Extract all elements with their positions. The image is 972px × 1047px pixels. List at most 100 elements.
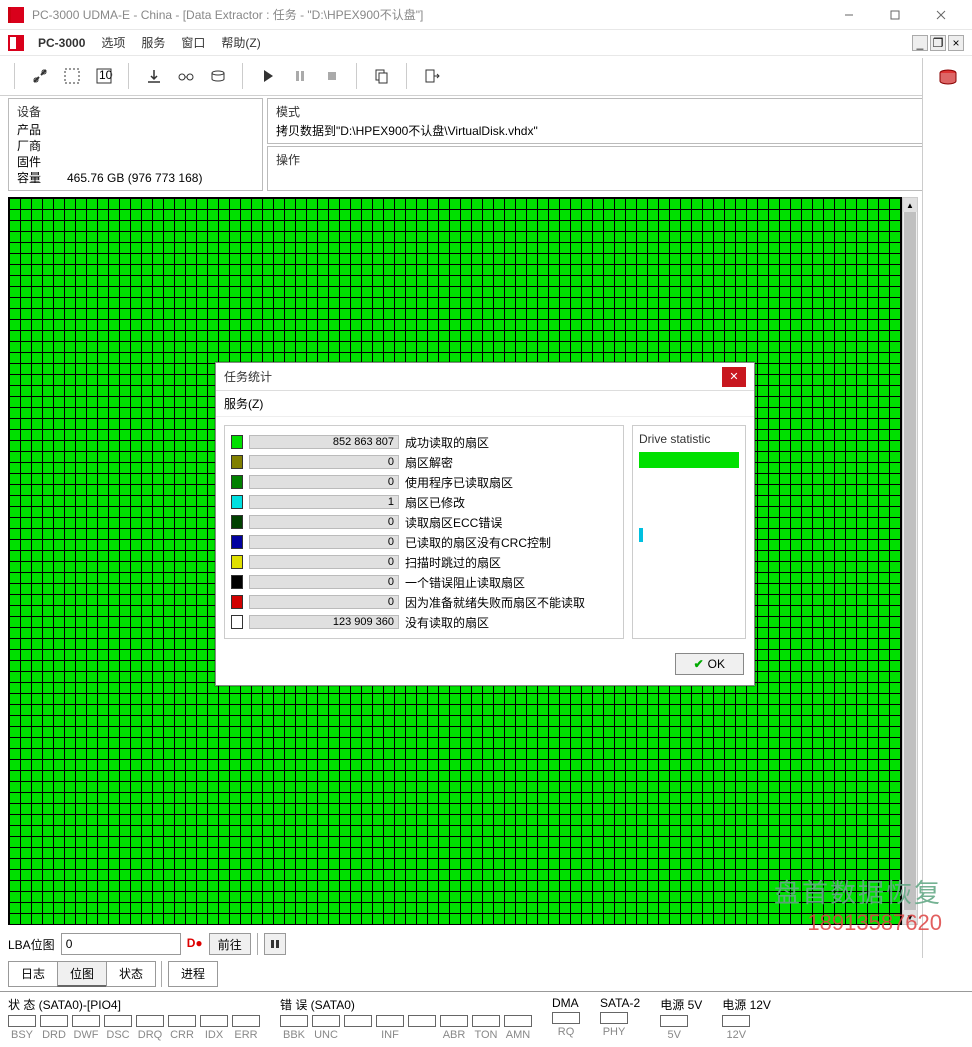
led-box: [280, 1015, 308, 1027]
stat-swatch: [231, 595, 243, 609]
toolbar-export-icon[interactable]: [140, 62, 168, 90]
status-led: AMN: [504, 1015, 532, 1041]
led-box: [440, 1015, 468, 1027]
menu-app-label[interactable]: PC-3000: [30, 34, 93, 52]
status-group: 电源 5V5V: [660, 996, 702, 1041]
stat-row: 0一个错误阻止读取扇区: [231, 572, 617, 592]
right-side-panel: [922, 58, 972, 958]
toolbar-copy-icon[interactable]: [368, 62, 396, 90]
close-button[interactable]: [918, 0, 964, 30]
menu-help[interactable]: 帮助(Z): [213, 32, 268, 53]
tab-bitmap[interactable]: 位图: [57, 961, 107, 987]
mdi-minimize-icon[interactable]: _: [912, 35, 928, 51]
toolbar-binoculars-icon[interactable]: [172, 62, 200, 90]
stat-value: 123 909 360: [249, 615, 399, 629]
stat-label: 使用程序已读取扇区: [405, 474, 513, 491]
check-icon: ✔: [694, 657, 704, 671]
stat-value: 1: [249, 495, 399, 509]
go-button[interactable]: 前往: [209, 933, 251, 955]
ok-button[interactable]: ✔OK: [675, 653, 744, 675]
toolbar-pause-icon[interactable]: [286, 62, 314, 90]
status-group-label: 电源 12V: [722, 996, 771, 1013]
stat-value: 0: [249, 575, 399, 589]
scroll-down-icon[interactable]: ▼: [903, 910, 917, 924]
stat-row: 1 扇区已修改: [231, 492, 617, 512]
led-box: [168, 1015, 196, 1027]
led-box: [200, 1015, 228, 1027]
tab-status[interactable]: 状态: [106, 961, 156, 987]
minimize-button[interactable]: [826, 0, 872, 30]
stat-value: 0: [249, 455, 399, 469]
lba-input[interactable]: [61, 933, 181, 955]
stat-label: 成功读取的扇区: [405, 434, 489, 451]
mdi-close-icon[interactable]: ×: [948, 35, 964, 51]
led-label: ABR: [443, 1029, 466, 1041]
disk-side-icon[interactable]: [937, 66, 959, 88]
stat-label: 没有读取的扇区: [405, 614, 489, 631]
status-led: 12V: [722, 1015, 750, 1041]
menu-window[interactable]: 窗口: [173, 32, 213, 53]
drive-stat-title: Drive statistic: [639, 432, 739, 446]
stat-value: 0: [249, 515, 399, 529]
scroll-thumb[interactable]: [904, 212, 916, 912]
stat-label: 读取扇区ECC错误: [405, 514, 502, 531]
menu-options[interactable]: 选项: [93, 32, 133, 53]
stat-value: 0: [249, 535, 399, 549]
menu-services[interactable]: 服务: [133, 32, 173, 53]
toolbar-exit-icon[interactable]: [418, 62, 446, 90]
led-box: [8, 1015, 36, 1027]
status-led: CRR: [168, 1015, 196, 1041]
led-box: [376, 1015, 404, 1027]
led-label: DWF: [73, 1029, 98, 1041]
pause-small-button[interactable]: [264, 933, 286, 955]
lba-label: LBA位图: [8, 936, 55, 953]
task-stats-dialog: 任务统计 ✕ 服务(Z) 852 863 807成功读取的扇区0扇区解密0使用程…: [215, 362, 755, 686]
maximize-button[interactable]: [872, 0, 918, 30]
dialog-close-button[interactable]: ✕: [722, 367, 746, 387]
toolbar-sectors-icon[interactable]: [58, 62, 86, 90]
toolbar: 100%: [0, 56, 972, 96]
mode-panel-header: 模式: [276, 103, 955, 120]
dialog-menu-service[interactable]: 服务(Z): [224, 397, 263, 411]
mode-panel-value: 拷贝数据到"D:\HPEX900不认盘\VirtualDisk.vhdx": [276, 122, 955, 139]
toolbar-stop-icon[interactable]: [318, 62, 346, 90]
status-led: [408, 1015, 436, 1041]
stat-swatch: [231, 515, 243, 529]
status-group-label: 错 误 (SATA0): [280, 996, 532, 1013]
stat-label: 扇区已修改: [405, 494, 465, 511]
tab-log[interactable]: 日志: [8, 961, 58, 987]
status-group: 电源 12V 12V: [722, 996, 771, 1041]
led-box: [232, 1015, 260, 1027]
tab-process[interactable]: 进程: [168, 961, 218, 987]
stat-row: 852 863 807成功读取的扇区: [231, 432, 617, 452]
toolbar-percent-icon[interactable]: 100%: [90, 62, 118, 90]
status-led: 5V: [660, 1015, 688, 1041]
status-group: SATA-2PHY: [600, 996, 640, 1041]
led-label: DRD: [42, 1029, 66, 1041]
toolbar-tools-icon[interactable]: [26, 62, 54, 90]
status-group: 错 误 (SATA0)BBKUNCINFABRTONAMN: [280, 996, 532, 1041]
scroll-up-icon[interactable]: ▲: [903, 198, 917, 212]
mdi-restore-icon[interactable]: ❐: [930, 35, 946, 51]
led-label: RQ: [558, 1026, 575, 1038]
toolbar-disk-icon[interactable]: [204, 62, 232, 90]
lba-marker-icon[interactable]: D●: [187, 936, 203, 952]
status-led: UNC: [312, 1015, 340, 1041]
led-label: 12V: [726, 1029, 746, 1041]
led-label: PHY: [603, 1026, 626, 1038]
stat-swatch: [231, 615, 243, 629]
map-scrollbar[interactable]: ▲ ▼: [902, 197, 918, 925]
stat-row: 0因为准备就绪失败而扇区不能读取: [231, 592, 617, 612]
led-label: BSY: [11, 1029, 33, 1041]
stat-value: 0: [249, 475, 399, 489]
window-titlebar: PC-3000 UDMA-E - China - [Data Extractor…: [0, 0, 972, 30]
mode-panel: 模式 拷贝数据到"D:\HPEX900不认盘\VirtualDisk.vhdx": [267, 98, 964, 144]
led-label: AMN: [506, 1029, 530, 1041]
toolbar-play-icon[interactable]: [254, 62, 282, 90]
status-led: DSC: [104, 1015, 132, 1041]
stat-row: 0 使用程序已读取扇区: [231, 472, 617, 492]
stat-swatch: [231, 475, 243, 489]
stat-label: 因为准备就绪失败而扇区不能读取: [405, 594, 585, 611]
svg-text:100%: 100%: [99, 68, 113, 82]
led-box: [552, 1012, 580, 1024]
